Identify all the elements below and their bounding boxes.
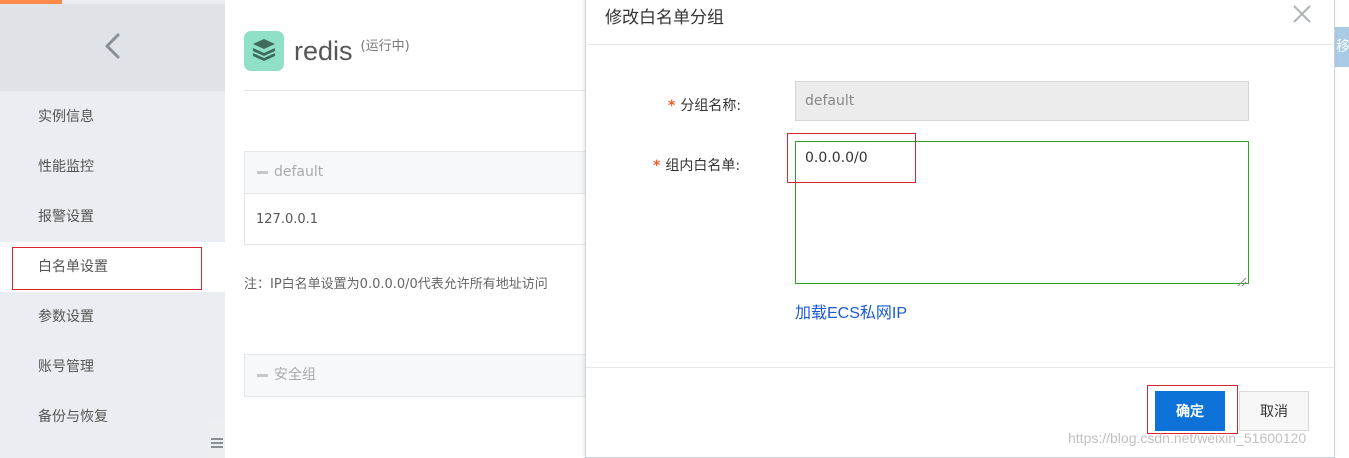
edit-whitelist-dialog: 修改白名单分组 * 分组名称: default * 组内白名单: 0.0.0.0/0…	[585, 0, 1335, 458]
sidebar-item-account-management[interactable]: 账号管理	[0, 342, 225, 392]
sidebar-item-alarm-settings[interactable]: 报警设置	[0, 192, 225, 242]
whitelist-textarea[interactable]: 0.0.0.0/0	[796, 142, 1248, 283]
collapse-dash-icon	[257, 171, 268, 174]
instance-name: redis	[294, 35, 353, 66]
group-name: 安全组	[274, 367, 316, 383]
menu-lines-icon	[210, 435, 223, 454]
group-header[interactable]: default	[245, 152, 603, 193]
group-ip-list: 127.0.0.1	[245, 193, 603, 244]
sidebar-item-instance-info[interactable]: 实例信息	[0, 92, 225, 142]
group-header[interactable]: 安全组	[245, 355, 603, 396]
instance-status: (运行中)	[360, 38, 410, 54]
divider	[244, 90, 604, 91]
close-icon[interactable]	[1291, 3, 1313, 25]
resize-grip-icon[interactable]	[1237, 272, 1247, 287]
whitelist-textarea-wrapper: 0.0.0.0/0	[795, 141, 1249, 287]
dialog-header: 修改白名单分组	[586, 0, 1334, 45]
migrate-button[interactable]: 移	[1334, 27, 1349, 67]
collapse-dash-icon	[257, 374, 268, 377]
whitelist-note: 注：IP白名单设置为0.0.0.0/0代表允许所有地址访问	[244, 277, 548, 292]
watermark: https://blog.csdn.net/weixin_51600120	[1068, 430, 1307, 446]
collapse-handle[interactable]	[208, 418, 225, 458]
sidebar-item-performance-monitor[interactable]: 性能监控	[0, 142, 225, 192]
redis-stack-icon	[244, 31, 284, 71]
group-name-field: default	[795, 81, 1249, 121]
confirm-button[interactable]: 确定	[1155, 391, 1225, 431]
back-button[interactable]	[0, 4, 225, 91]
dialog-title: 修改白名单分组	[605, 8, 724, 28]
sidebar: 实例信息 性能监控 报警设置 白名单设置 参数设置 账号管理 备份与恢复	[0, 0, 225, 458]
group-name: default	[274, 164, 324, 180]
annotation-highlight-whitelist-menu	[12, 247, 202, 290]
sidebar-item-backup-restore[interactable]: 备份与恢复	[0, 392, 225, 442]
instance-title-row: redis (运行中)	[244, 31, 410, 71]
sidebar-item-parameter-settings[interactable]: 参数设置	[0, 292, 225, 342]
whitelist-group-panel: default 127.0.0.1	[244, 151, 604, 245]
security-group-panel: 安全组	[244, 354, 604, 397]
required-star: *	[668, 98, 676, 114]
load-ecs-ip-link[interactable]: 加载ECS私网IP	[795, 299, 907, 323]
whitelist-label: * 组内白名单:	[653, 158, 741, 174]
chevron-left-icon	[102, 33, 124, 63]
required-star: *	[653, 158, 661, 174]
group-name-label: * 分组名称:	[668, 98, 742, 114]
cancel-button[interactable]: 取消	[1239, 391, 1309, 431]
